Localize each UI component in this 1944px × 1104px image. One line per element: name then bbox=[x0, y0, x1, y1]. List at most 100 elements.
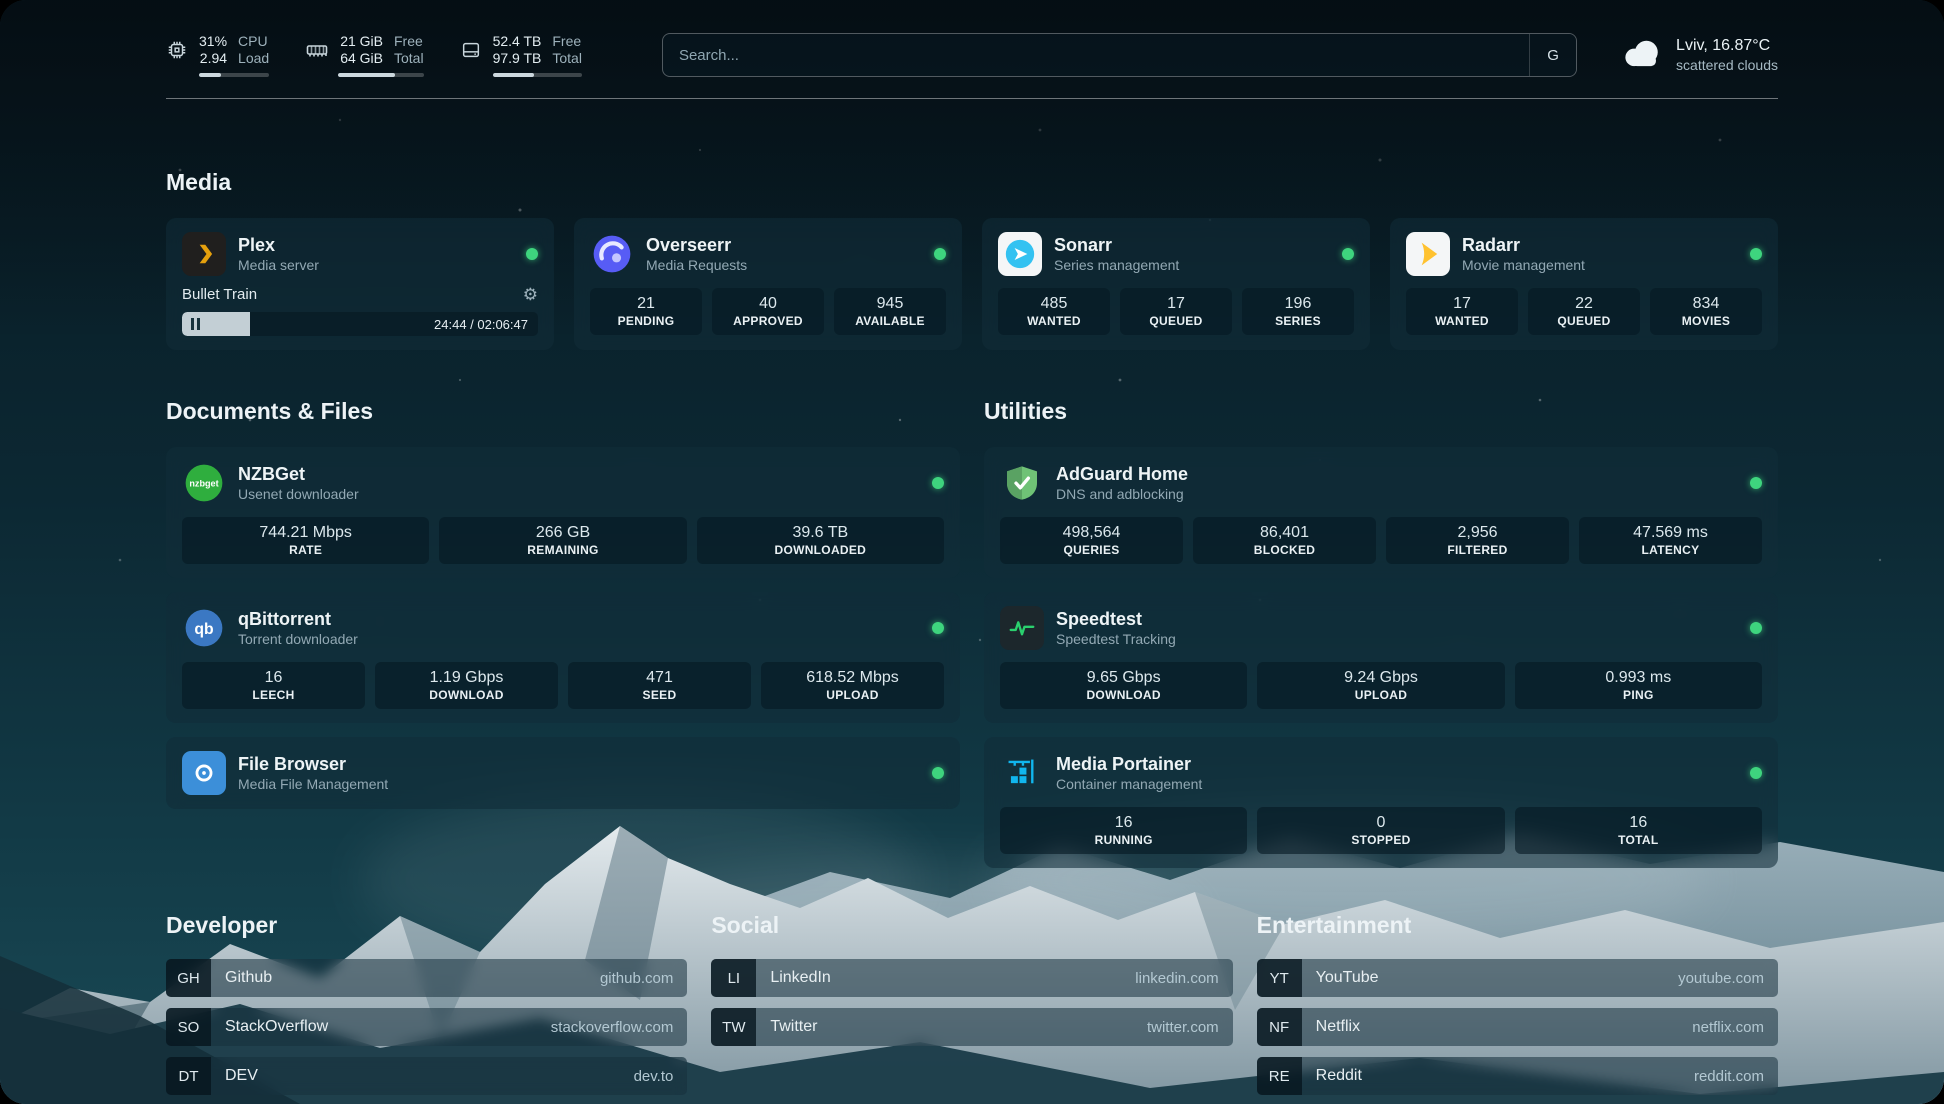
service-subtitle: Series management bbox=[1054, 256, 1179, 274]
bookmark-reddit[interactable]: RE Reddit reddit.com bbox=[1257, 1057, 1778, 1095]
bookmark-name: StackOverflow bbox=[225, 1018, 328, 1036]
stat-pending: 21PENDING bbox=[590, 288, 702, 335]
bookmark-group-developer: Developer GH Github github.com SO StackO… bbox=[166, 912, 687, 1095]
service-name: File Browser bbox=[238, 753, 388, 775]
memory-label-bottom: Total bbox=[394, 50, 424, 67]
bookmark-twitter[interactable]: TW Twitter twitter.com bbox=[711, 1008, 1232, 1046]
filebrowser-link[interactable]: File Browser Media File Management bbox=[182, 751, 944, 795]
qbittorrent-link[interactable]: qb qBittorrent Torrent downloader bbox=[182, 606, 944, 650]
bookmark-stackoverflow[interactable]: SO StackOverflow stackoverflow.com bbox=[166, 1008, 687, 1046]
bookmark-url: linkedin.com bbox=[1135, 970, 1218, 987]
status-dot bbox=[526, 248, 538, 260]
nzbget-link[interactable]: nzbget NZBGet Usenet downloader bbox=[182, 461, 944, 505]
disk-widget: 52.4 TB 97.9 TB Free Total bbox=[460, 33, 582, 77]
bookmark-linkedin[interactable]: LI LinkedIn linkedin.com bbox=[711, 959, 1232, 997]
status-dot bbox=[1750, 622, 1762, 634]
playback-progress-bar: 24:44 / 02:06:47 bbox=[182, 312, 538, 336]
nzbget-icon: nzbget bbox=[182, 461, 226, 505]
stat-queries: 498,564QUERIES bbox=[1000, 517, 1183, 564]
bookmark-dev[interactable]: DT DEV dev.to bbox=[166, 1057, 687, 1095]
bookmark-name: Netflix bbox=[1316, 1018, 1360, 1036]
status-dot bbox=[932, 767, 944, 779]
bookmark-youtube[interactable]: YT YouTube youtube.com bbox=[1257, 959, 1778, 997]
speedtest-icon bbox=[1000, 606, 1044, 650]
portainer-link[interactable]: Media Portainer Container management bbox=[1000, 751, 1762, 795]
now-playing-row: Bullet Train ⚙ bbox=[182, 286, 538, 303]
memory-label-top: Free bbox=[394, 33, 424, 50]
service-subtitle: DNS and adblocking bbox=[1056, 485, 1188, 503]
overseerr-stats: 21PENDING 40APPROVED 945AVAILABLE bbox=[590, 288, 946, 335]
weather-widget: Lviv, 16.87°C scattered clouds bbox=[1621, 36, 1778, 74]
utilities-section-title: Utilities bbox=[984, 398, 1778, 425]
bookmark-name: YouTube bbox=[1316, 969, 1379, 987]
now-playing-title: Bullet Train bbox=[182, 286, 257, 303]
portainer-icon bbox=[1000, 751, 1044, 795]
bookmark-github[interactable]: GH Github github.com bbox=[166, 959, 687, 997]
bookmark-abbr: YT bbox=[1257, 959, 1302, 997]
service-card-nzbget: nzbget NZBGet Usenet downloader 744.21 M… bbox=[166, 447, 960, 578]
service-card-plex: Plex Media server Bullet Train ⚙ 24:44 /… bbox=[166, 218, 554, 350]
plex-link[interactable]: Plex Media server bbox=[182, 232, 538, 276]
stat-leech: 16LEECH bbox=[182, 662, 365, 709]
status-dot bbox=[1750, 477, 1762, 489]
memory-widget: 21 GiB 64 GiB Free Total bbox=[305, 33, 423, 77]
stat-upload: 9.24 GbpsUPLOAD bbox=[1257, 662, 1504, 709]
stat-upload: 618.52 MbpsUPLOAD bbox=[761, 662, 944, 709]
qbittorrent-icon: qb bbox=[182, 606, 226, 650]
section-utilities: Utilities AdGuard Home DNS and adblockin… bbox=[984, 398, 1778, 868]
bookmark-url: reddit.com bbox=[1694, 1068, 1764, 1085]
status-dot bbox=[1750, 767, 1762, 779]
overseerr-icon bbox=[590, 232, 634, 276]
service-name: qBittorrent bbox=[238, 608, 358, 630]
qbittorrent-stats: 16LEECH 1.19 GbpsDOWNLOAD 471SEED 618.52… bbox=[182, 662, 944, 709]
stat-running: 16RUNNING bbox=[1000, 807, 1247, 854]
stat-seed: 471SEED bbox=[568, 662, 751, 709]
social-group-title: Social bbox=[711, 912, 1232, 939]
section-media: Media Plex Media server bbox=[166, 169, 1778, 350]
cpu-label-bottom: Load bbox=[238, 50, 269, 67]
speedtest-link[interactable]: Speedtest Speedtest Tracking bbox=[1000, 606, 1762, 650]
stat-wanted: 17WANTED bbox=[1406, 288, 1518, 335]
service-subtitle: Torrent downloader bbox=[238, 630, 358, 648]
weather-location-temp: Lviv, 16.87°C bbox=[1676, 36, 1778, 56]
bookmark-netflix[interactable]: NF Netflix netflix.com bbox=[1257, 1008, 1778, 1046]
media-cards-row: Plex Media server Bullet Train ⚙ 24:44 /… bbox=[166, 218, 1778, 350]
memory-icon bbox=[305, 38, 329, 62]
search-input[interactable] bbox=[663, 47, 1529, 64]
bookmark-abbr: SO bbox=[166, 1008, 211, 1046]
bookmark-name: Reddit bbox=[1316, 1067, 1362, 1085]
settings-gear-icon[interactable]: ⚙ bbox=[523, 286, 538, 303]
status-dot bbox=[932, 622, 944, 634]
stat-blocked: 86,401BLOCKED bbox=[1193, 517, 1376, 564]
adguard-link[interactable]: AdGuard Home DNS and adblocking bbox=[1000, 461, 1762, 505]
service-name: Overseerr bbox=[646, 234, 747, 256]
stat-download: 1.19 GbpsDOWNLOAD bbox=[375, 662, 558, 709]
bookmark-url: dev.to bbox=[634, 1068, 674, 1085]
overseerr-link[interactable]: Overseerr Media Requests bbox=[590, 232, 946, 276]
bookmark-group-entertainment: Entertainment YT YouTube youtube.com NF … bbox=[1257, 912, 1778, 1095]
stat-series: 196SERIES bbox=[1242, 288, 1354, 335]
stat-filtered: 2,956FILTERED bbox=[1386, 517, 1569, 564]
adguard-shield-icon bbox=[1000, 461, 1044, 505]
stat-wanted: 485WANTED bbox=[998, 288, 1110, 335]
bookmark-abbr: GH bbox=[166, 959, 211, 997]
bookmark-abbr: NF bbox=[1257, 1008, 1302, 1046]
section-documents: Documents & Files nzbget NZBGet Usenet d… bbox=[166, 398, 960, 809]
dashboard-screen: 31% 2.94 CPU Load 21 GiB bbox=[0, 0, 1944, 1104]
radarr-link[interactable]: Radarr Movie management bbox=[1406, 232, 1762, 276]
disk-usage-bar bbox=[493, 73, 582, 77]
page-content: 31% 2.94 CPU Load 21 GiB bbox=[0, 0, 1944, 1104]
status-dot bbox=[1750, 248, 1762, 260]
top-bar: 31% 2.94 CPU Load 21 GiB bbox=[166, 28, 1778, 82]
cpu-widget: 31% 2.94 CPU Load bbox=[166, 33, 269, 77]
stat-latency: 47.569 msLATENCY bbox=[1579, 517, 1762, 564]
weather-condition: scattered clouds bbox=[1676, 56, 1778, 74]
disk-free: 52.4 TB bbox=[493, 33, 542, 50]
header-divider bbox=[166, 98, 1778, 99]
radarr-icon bbox=[1406, 232, 1450, 276]
pause-icon[interactable] bbox=[191, 318, 200, 330]
search-provider-button[interactable]: G bbox=[1529, 34, 1576, 76]
sonarr-link[interactable]: Sonarr Series management bbox=[998, 232, 1354, 276]
service-name: Media Portainer bbox=[1056, 753, 1202, 775]
radarr-stats: 17WANTED 22QUEUED 834MOVIES bbox=[1406, 288, 1762, 335]
